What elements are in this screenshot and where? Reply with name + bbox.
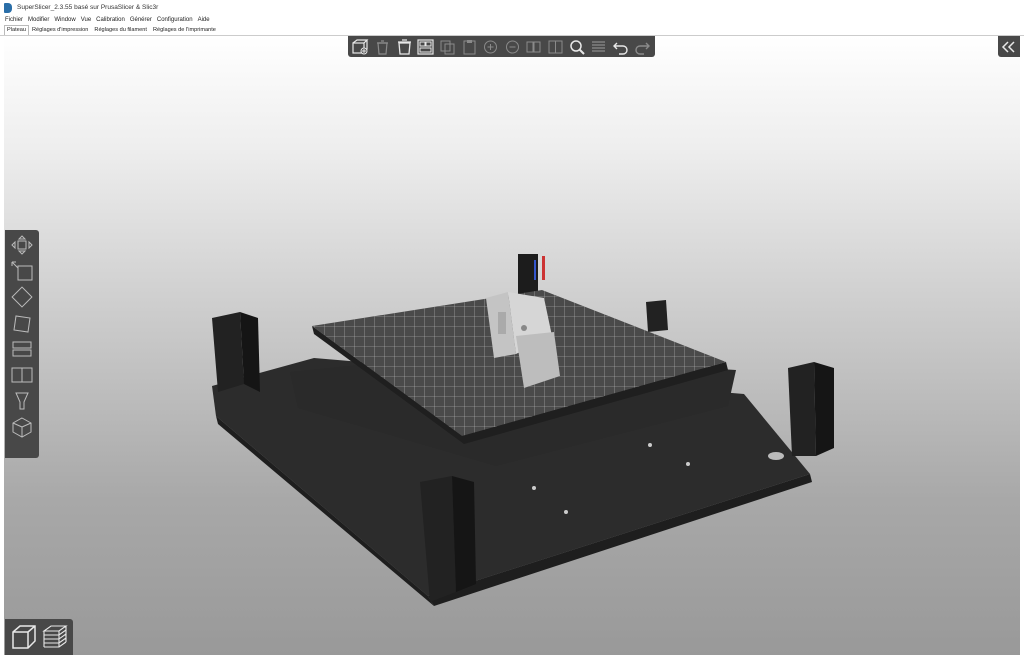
- search-button[interactable]: [567, 38, 587, 56]
- cube-icon: [12, 417, 32, 438]
- axis-z-marker: [534, 260, 536, 280]
- menu-aide[interactable]: Aide: [198, 17, 210, 23]
- menu-calibration[interactable]: Calibration: [96, 17, 125, 23]
- arrange-icon: [417, 38, 434, 55]
- add-object-button[interactable]: [351, 38, 371, 56]
- remove-instance-button[interactable]: [502, 38, 522, 56]
- scale-icon: [11, 261, 33, 281]
- menu-fichier[interactable]: Fichier: [5, 17, 23, 23]
- split-objects-icon: [526, 41, 541, 52]
- undo-button[interactable]: [611, 38, 631, 56]
- menu-window[interactable]: Window: [54, 17, 75, 23]
- layers-editing-button[interactable]: [589, 38, 609, 56]
- pillar-left: [212, 312, 244, 392]
- delete-all-button[interactable]: [394, 38, 414, 56]
- support-paint-tool-button[interactable]: [8, 363, 36, 387]
- window-title: SuperSlicer_2.3.55 basé sur PrusaSlicer …: [17, 4, 159, 11]
- mount-hole-small: [564, 510, 568, 514]
- add-object-icon: [352, 38, 369, 54]
- rotate-icon: [11, 286, 33, 308]
- cut-tool-button[interactable]: [8, 337, 36, 361]
- seam-paint-icon: [15, 392, 29, 410]
- redo-button[interactable]: [632, 38, 652, 56]
- cut-icon: [12, 341, 32, 357]
- window-border-right: [1020, 36, 1024, 658]
- 3d-viewport[interactable]: [4, 36, 1020, 655]
- split-parts-icon: [548, 40, 563, 53]
- search-icon: [569, 39, 585, 55]
- undo-icon: [613, 42, 628, 55]
- paste-button[interactable]: [459, 38, 479, 56]
- remove-instance-icon: [505, 40, 519, 53]
- pillar-front-side: [452, 476, 476, 592]
- app-logo-icon: [4, 2, 12, 13]
- 3d-view-icon: [11, 625, 36, 649]
- move-tool-button[interactable]: [8, 233, 36, 257]
- copy-icon: [440, 40, 455, 54]
- menu-bar: Fichier Modifier Window Vue Calibration …: [0, 15, 1024, 25]
- tab-plateau[interactable]: Plateau: [4, 25, 29, 35]
- menu-generer[interactable]: Générer: [130, 17, 152, 23]
- tab-bar: Plateau Réglages d'impression Réglages d…: [0, 25, 1024, 36]
- 3d-view-button[interactable]: [9, 622, 39, 652]
- rotate-tool-button[interactable]: [8, 285, 36, 309]
- seam-paint-tool-button[interactable]: [8, 389, 36, 413]
- tab-filament-settings[interactable]: Réglages du filament: [91, 25, 150, 35]
- split-parts-button[interactable]: [546, 38, 566, 56]
- axis-x-marker: [542, 256, 545, 280]
- pillar-back-right: [646, 300, 668, 332]
- menu-configuration[interactable]: Configuration: [157, 17, 193, 23]
- add-instance-button[interactable]: [481, 38, 501, 56]
- split-objects-button[interactable]: [524, 38, 544, 56]
- delete-button[interactable]: [373, 38, 393, 56]
- redo-icon: [634, 42, 650, 55]
- top-toolbar: [348, 36, 655, 57]
- mount-hole-small: [648, 443, 652, 447]
- preview-button[interactable]: [40, 622, 70, 652]
- title-bar: SuperSlicer_2.3.55 basé sur PrusaSlicer …: [0, 0, 1024, 15]
- scale-tool-button[interactable]: [8, 259, 36, 283]
- add-instance-icon: [484, 40, 498, 53]
- mount-hole-small: [532, 486, 536, 490]
- menu-vue[interactable]: Vue: [81, 17, 91, 23]
- tab-print-settings[interactable]: Réglages d'impression: [29, 25, 91, 35]
- gizmo-toolbar: [5, 230, 39, 458]
- collapse-sidebar-button[interactable]: [998, 36, 1020, 57]
- place-on-face-icon: [13, 315, 31, 333]
- pillar-right: [788, 362, 816, 456]
- view-cube-tool-button[interactable]: [8, 415, 36, 439]
- arrange-button[interactable]: [416, 38, 436, 56]
- delete-all-icon: [397, 38, 411, 55]
- paste-icon: [463, 39, 476, 54]
- mount-hole: [768, 452, 784, 460]
- view-switcher: [5, 619, 73, 655]
- place-on-face-tool-button[interactable]: [8, 311, 36, 335]
- menu-modifier[interactable]: Modifier: [28, 17, 49, 23]
- preview-layers-icon: [41, 625, 68, 648]
- pillar-right-side: [814, 362, 834, 456]
- layers-editing-icon: [592, 40, 606, 52]
- double-chevron-icon: [1001, 40, 1015, 53]
- tab-printer-settings[interactable]: Réglages de l'imprimante: [150, 25, 219, 35]
- delete-icon: [376, 39, 388, 55]
- mount-hole-small: [686, 462, 690, 466]
- copy-button[interactable]: [438, 38, 458, 56]
- printer-scene: [212, 254, 834, 606]
- move-icon: [11, 235, 33, 255]
- support-paint-icon: [11, 367, 33, 383]
